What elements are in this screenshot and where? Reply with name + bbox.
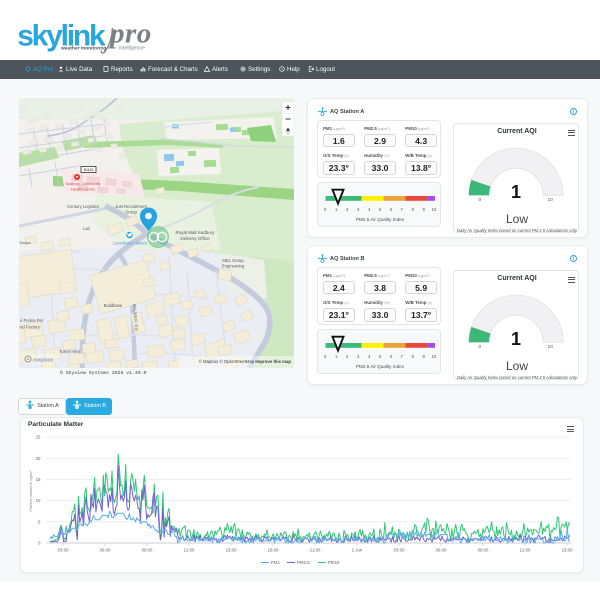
svg-text:09:00: 09:00 [478, 548, 489, 553]
svg-text:03:00: 03:00 [58, 548, 69, 553]
svg-text:12:00: 12:00 [520, 548, 531, 553]
svg-text:weather monitoring: weather monitoring [60, 45, 106, 51]
svg-text:Engineering: Engineering [222, 264, 245, 269]
svg-text:Lait: Lait [83, 226, 91, 231]
svg-text:Buildbase: Buildbase [104, 303, 123, 308]
svg-text:Lavenham Leisure: Lavenham Leisure [113, 241, 148, 246]
svg-text:Particle matter in ug/m³: Particle matter in ug/m³ [28, 470, 33, 512]
svg-text:03:00: 03:00 [394, 548, 405, 553]
svg-text:© Mapbox © OpenStreetMap Impro: © Mapbox © OpenStreetMap Improve this ma… [199, 359, 292, 364]
svg-text:Torque: Torque [19, 241, 31, 245]
svg-text:5: 5 [38, 519, 41, 524]
svg-text:15:00: 15:00 [226, 548, 237, 553]
svg-text:09:00: 09:00 [142, 548, 153, 553]
svg-text:1: 1 [511, 181, 521, 201]
svg-text:B1115: B1115 [84, 168, 94, 172]
svg-text:2 Jun: 2 Jun [352, 548, 363, 553]
svg-text:15:00: 15:00 [562, 548, 573, 553]
svg-text:Health Centre: Health Centre [71, 187, 95, 192]
svg-text:PM2.5: PM2.5 [297, 560, 310, 565]
svg-text:12:00: 12:00 [184, 548, 195, 553]
svg-text:21:00: 21:00 [310, 548, 321, 553]
svg-text:20: 20 [36, 456, 41, 461]
svg-text:Century Logistics: Century Logistics [67, 204, 99, 209]
svg-text:06:00: 06:00 [436, 548, 447, 553]
svg-text:PM1: PM1 [271, 560, 281, 565]
svg-text:intelligence: intelligence [119, 45, 145, 51]
svg-text:06:00: 06:00 [100, 548, 111, 553]
svg-text:MEL Group: MEL Group [222, 258, 244, 263]
svg-text:Delivery Office: Delivery Office [180, 236, 210, 241]
svg-text:é Purina Pet: é Purina Pet [20, 318, 44, 323]
svg-text:Royal Mail Sudbury: Royal Mail Sudbury [175, 230, 215, 235]
svg-text:25: 25 [36, 435, 41, 440]
svg-text:mapbox: mapbox [33, 358, 54, 364]
svg-text:0: 0 [38, 541, 41, 546]
svg-text:10: 10 [36, 498, 41, 503]
svg-text:15: 15 [36, 477, 41, 482]
svg-text:1: 1 [511, 328, 521, 348]
svg-text:PM10: PM10 [328, 560, 340, 565]
svg-text:Just Recruitment: Just Recruitment [115, 204, 147, 209]
svg-text:18:00: 18:00 [268, 548, 279, 553]
svg-text:od Factory: od Factory [20, 325, 41, 330]
svg-text:Sudbury Community: Sudbury Community [65, 181, 100, 186]
svg-text:Group: Group [125, 210, 137, 215]
svg-text:Turner Hire: Turner Hire [59, 349, 81, 354]
